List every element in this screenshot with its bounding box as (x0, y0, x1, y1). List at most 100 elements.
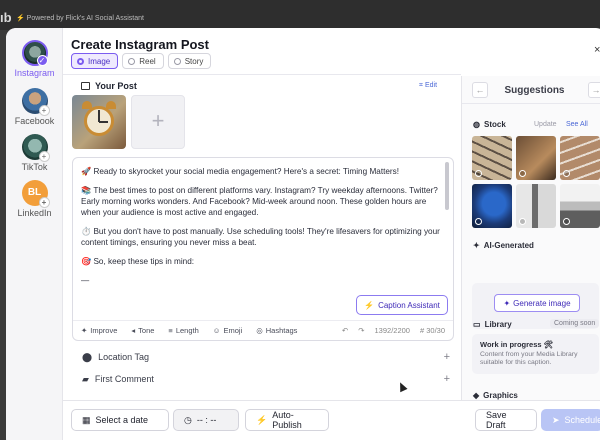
your-post-label: Your Post (95, 81, 137, 91)
powered-by-text: ⚡ Powered by Flick's AI Social Assistant (16, 15, 144, 22)
post-image-thumbnail[interactable] (72, 95, 126, 149)
check-icon: ✓ (36, 55, 48, 66)
stock-image[interactable] (472, 184, 512, 228)
caption-paragraph: — (81, 276, 90, 285)
plus-icon[interactable]: + (444, 373, 450, 385)
avatar: ✓ (21, 40, 48, 66)
graphics-label: Graphics (483, 391, 518, 400)
generate-image-button[interactable]: ✦ Generate image (494, 294, 580, 312)
divider (63, 74, 461, 75)
wip-description: Content from your Media Library suitable… (480, 351, 578, 366)
update-link[interactable]: Update (534, 121, 557, 128)
caption-paragraph: 🚀 Ready to skyrocket your social media e… (81, 167, 400, 176)
schedule-button[interactable]: ➤ Schedule (541, 409, 600, 431)
improve-button[interactable]: ✦ Improve (81, 326, 117, 335)
library-heading: ▭ Library (473, 320, 512, 329)
library-placeholder: Work in progress 🛠 Content from your Med… (472, 334, 599, 374)
save-draft-button[interactable]: Save Draft (475, 409, 537, 431)
plus-icon[interactable]: + (444, 351, 450, 363)
megaphone-icon: ◂ (131, 326, 136, 335)
post-type-selector: Image Reel Story (71, 53, 212, 69)
platform-linkedin[interactable]: BL + LinkedIn (6, 180, 63, 218)
auto-publish-button[interactable]: ⚡ Auto-Publish (245, 409, 329, 431)
gallery-icon (81, 82, 90, 90)
avatar: + (21, 134, 50, 162)
stock-image[interactable] (472, 136, 512, 180)
select-icon[interactable] (563, 170, 570, 177)
page-title: Create Instagram Post (71, 37, 209, 52)
editor-scrollbar[interactable] (445, 162, 449, 210)
post-type-reel[interactable]: Reel (122, 53, 164, 69)
stock-heading: ◍ Stock (473, 120, 506, 129)
plus-icon: + (38, 151, 50, 162)
tone-label: Tone (138, 326, 155, 335)
see-all-link[interactable]: See All (566, 121, 588, 128)
platform-label: Facebook (14, 116, 55, 126)
stock-image[interactable] (560, 136, 600, 180)
select-icon[interactable] (475, 218, 482, 225)
platform-sidebar: ✓ Instagram + Facebook + TikTok BL + Lin… (6, 28, 63, 440)
select-date-label: Select a date (95, 415, 149, 425)
platform-instagram[interactable]: ✓ Instagram (6, 40, 63, 78)
tone-button[interactable]: ◂ Tone (131, 326, 154, 335)
platform-label: LinkedIn (17, 208, 52, 218)
caption-assistant-button[interactable]: ⚡ Caption Assistant (356, 295, 448, 315)
lightning-icon: ⚡ (364, 300, 375, 310)
comment-icon: ▰ (82, 373, 89, 384)
crop-icon: ⌗ (419, 82, 423, 89)
select-date-button[interactable]: ▦ Select a date (71, 409, 169, 431)
stock-image[interactable] (516, 136, 556, 180)
wip-title: Work in progress 🛠 (480, 340, 554, 349)
sparkle-icon: ✦ (473, 241, 480, 250)
length-button[interactable]: ≡ Length (168, 326, 198, 335)
post-editor: Create Instagram Post Image Reel Story Y… (63, 28, 461, 408)
post-type-image[interactable]: Image (71, 53, 119, 69)
select-icon[interactable] (563, 218, 570, 225)
post-type-story[interactable]: Story (167, 53, 212, 69)
caption-text[interactable]: 🚀 Ready to skyrocket your social media e… (81, 166, 441, 296)
create-post-modal: ✓ Instagram + Facebook + TikTok BL + Lin… (6, 28, 600, 440)
improve-label: Improve (90, 326, 118, 335)
avatar: + (21, 88, 50, 116)
select-icon[interactable] (519, 218, 526, 225)
caption-editor[interactable]: 🚀 Ready to skyrocket your social media e… (72, 157, 454, 341)
add-media-button[interactable]: + (131, 95, 185, 149)
select-icon[interactable] (519, 170, 526, 177)
sparkle-icon: ✦ (81, 326, 88, 335)
hashtag-count: # 30/30 (419, 326, 445, 335)
hashtags-button[interactable]: ◎ Hashtags (256, 326, 297, 335)
your-post-heading: Your Post (81, 81, 137, 91)
plus-icon: + (38, 105, 50, 116)
time-label: -- : -- (196, 415, 217, 425)
ai-generated-label: AI-Generated (483, 241, 534, 250)
location-tag-row[interactable]: ⬤ Location Tag + (72, 347, 454, 367)
graphics-heading: ◆ Graphics (473, 391, 518, 400)
platform-label: TikTok (21, 162, 48, 172)
platform-facebook[interactable]: + Facebook (6, 88, 63, 126)
first-comment-label: First Comment (94, 374, 154, 384)
platform-tiktok[interactable]: + TikTok (6, 134, 63, 172)
edit-media-link[interactable]: ⌗ Edit (419, 82, 437, 90)
emoji-button[interactable]: ☺ Emoji (213, 326, 242, 335)
arrow-right-icon[interactable]: → (588, 82, 600, 98)
library-label: Library (484, 320, 512, 329)
suggestions-title: Suggestions (504, 85, 565, 96)
location-pin-icon: ⬤ (82, 351, 93, 362)
undo-icon[interactable]: ↶ (342, 326, 348, 335)
stock-image[interactable] (560, 184, 600, 228)
clock-icon: ◷ (184, 414, 192, 425)
suggestions-header: ← Suggestions → (462, 76, 600, 104)
lines-icon: ≡ (168, 326, 173, 335)
globe-icon: ◍ (473, 120, 480, 129)
emoji-icon: ☺ (212, 326, 221, 335)
post-type-label: Story (184, 56, 204, 66)
caption-paragraph: 🎯 So, keep these tips in mind: (81, 257, 195, 266)
close-icon[interactable]: × (594, 44, 600, 56)
time-picker[interactable]: ◷ -- : -- (173, 409, 239, 431)
redo-icon[interactable]: ↷ (358, 326, 364, 335)
app-backdrop: ıb ⚡ Powered by Flick's AI Social Assist… (0, 0, 600, 30)
stock-label: Stock (483, 120, 506, 129)
stock-image[interactable] (516, 184, 556, 228)
select-icon[interactable] (475, 170, 482, 177)
caption-assistant-label: Caption Assistant (378, 300, 440, 310)
